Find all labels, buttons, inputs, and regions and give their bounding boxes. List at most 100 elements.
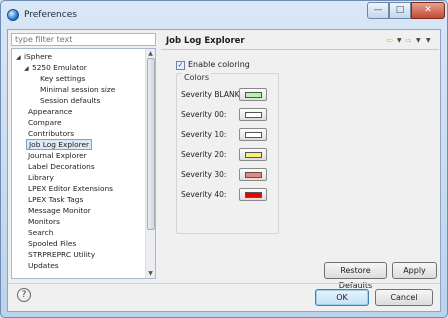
ok-button[interactable]: OK: [315, 289, 369, 306]
page-title: Job Log Explorer: [166, 36, 245, 46]
back-arrow-icon[interactable]: ⇦: [386, 36, 393, 46]
tree-item-job-log-explorer[interactable]: Job Log Explorer: [26, 139, 93, 150]
severity-20-row: Severity 20:: [177, 148, 277, 162]
tree-item-updates[interactable]: Updates: [28, 260, 59, 271]
tree-item-label: Appearance: [28, 107, 73, 116]
tree-item-label: Library: [28, 173, 54, 182]
tree-item-label-decorations[interactable]: Label Decorations: [28, 161, 95, 172]
tree-item-compare[interactable]: Compare: [28, 117, 62, 128]
tree-item-search[interactable]: Search: [28, 227, 53, 238]
footer-separator: [8, 283, 440, 284]
severity-label: Severity 30:: [181, 170, 227, 179]
color-swatch: [245, 192, 262, 198]
color-swatch: [245, 172, 262, 178]
tree-scrollbar[interactable]: ▲ ▼: [145, 49, 155, 278]
tree-item-contributors[interactable]: Contributors: [28, 128, 74, 139]
enable-coloring-label[interactable]: Enable coloring: [188, 60, 250, 69]
color-swatch: [245, 92, 262, 98]
tree-item-label: Minimal session size: [40, 85, 116, 94]
expand-arrow-icon[interactable]: ◢: [24, 63, 32, 74]
tree-item-label: Monitors: [28, 217, 60, 226]
tree-item-isphere[interactable]: ◢ iSphere: [16, 51, 52, 62]
scroll-down-arrow-icon[interactable]: ▼: [146, 269, 155, 278]
color-swatch: [245, 152, 262, 158]
tree-item-label: Compare: [28, 118, 62, 127]
tree-item-label: LPEX Task Tags: [28, 195, 84, 204]
tree-item-label: Contributors: [28, 129, 75, 138]
severity-30-row: Severity 30:: [177, 168, 277, 182]
severity-30-color-button[interactable]: [239, 168, 267, 181]
tree-item-label: Key settings: [40, 74, 86, 83]
tree-item-spooled-files[interactable]: Spooled Files: [28, 238, 76, 249]
severity-00-row: Severity 00:: [177, 108, 277, 122]
enable-coloring-checkbox[interactable]: ✓: [176, 61, 185, 70]
tree-item-key-settings[interactable]: Key settings: [40, 73, 85, 84]
tree-item-label: Journal Explorer: [28, 151, 87, 160]
apply-button[interactable]: Apply: [392, 262, 437, 279]
tree-item-strpreprc-utility[interactable]: STRPREPRC Utility: [28, 249, 95, 260]
severity-label: Severity 00:: [181, 110, 227, 119]
severity-40-color-button[interactable]: [239, 188, 267, 201]
title-bar[interactable]: Preferences — □ ✕: [1, 1, 447, 29]
tree-item-label: Session defaults: [40, 96, 101, 105]
severity-blank-color-button[interactable]: [239, 88, 267, 101]
colors-group: Colors Severity BLANK: Severity 00: Seve…: [176, 73, 279, 234]
tree-item-label: STRPREPRC Utility: [28, 250, 96, 259]
severity-10-color-button[interactable]: [239, 128, 267, 141]
view-menu-icon[interactable]: ▼: [426, 36, 431, 46]
severity-label: Severity 20:: [181, 150, 227, 159]
tree-item-5250-emulator[interactable]: ◢ 5250 Emulator: [24, 62, 87, 73]
preferences-sidebar: ◢iSphere ◢5250 Emulator Key settings Min…: [11, 33, 156, 279]
filter-input[interactable]: [11, 33, 156, 46]
severity-label: Severity BLANK:: [181, 90, 243, 99]
dialog-client-area: ◢iSphere ◢5250 Emulator Key settings Min…: [7, 29, 441, 312]
tree-item-label: Label Decorations: [28, 162, 95, 171]
scroll-up-arrow-icon[interactable]: ▲: [146, 49, 155, 58]
severity-20-color-button[interactable]: [239, 148, 267, 161]
scrollbar-thumb[interactable]: [147, 58, 155, 230]
tree-item-label: LPEX Editor Extensions: [28, 184, 114, 193]
tree-item-message-monitor[interactable]: Message Monitor: [28, 205, 91, 216]
tree-item-label: Message Monitor: [28, 206, 91, 215]
tree-item-appearance[interactable]: Appearance: [28, 106, 72, 117]
severity-label: Severity 10:: [181, 130, 227, 139]
tree-item-monitors[interactable]: Monitors: [28, 216, 60, 227]
tree-item-minimal-session-size[interactable]: Minimal session size: [40, 84, 115, 95]
severity-00-color-button[interactable]: [239, 108, 267, 121]
maximize-button[interactable]: □: [389, 2, 411, 19]
tree-item-label: 5250 Emulator: [32, 63, 87, 72]
page-header: Job Log Explorer ⇦ ▼ ⇨ ▼ ▼: [161, 33, 439, 50]
preference-page: Job Log Explorer ⇦ ▼ ⇨ ▼ ▼ ✓ Enable colo…: [161, 33, 439, 290]
preferences-window: Preferences — □ ✕ ◢iSphere ◢5250 Emulato…: [0, 0, 448, 318]
close-button[interactable]: ✕: [411, 2, 445, 19]
tree-item-label: iSphere: [24, 52, 53, 61]
color-swatch: [245, 112, 262, 118]
severity-label: Severity 40:: [181, 190, 227, 199]
severity-blank-row: Severity BLANK:: [177, 88, 277, 102]
color-swatch: [245, 132, 262, 138]
expand-arrow-icon[interactable]: ◢: [16, 52, 24, 63]
tree-item-label: Search: [28, 228, 54, 237]
forward-arrow-icon[interactable]: ⇨: [405, 36, 412, 46]
tree-item-session-defaults[interactable]: Session defaults: [40, 95, 100, 106]
severity-40-row: Severity 40:: [177, 188, 277, 202]
forward-dropdown-icon[interactable]: ▼: [416, 36, 421, 46]
preferences-tree: ◢ iSphere ◢ 5250 Emulator Key settings Min…: [11, 48, 156, 279]
tree-item-journal-explorer[interactable]: Journal Explorer: [28, 150, 87, 161]
sidebar-splitter[interactable]: [157, 33, 160, 279]
tree-item-lpex-task-tags[interactable]: LPEX Task Tags: [28, 194, 83, 205]
tree-item-label: Spooled Files: [28, 239, 77, 248]
tree-item-label: Updates: [28, 261, 59, 270]
colors-group-label: Colors: [182, 73, 212, 82]
back-dropdown-icon[interactable]: ▼: [397, 36, 402, 46]
tree-item-label: Job Log Explorer: [26, 139, 93, 150]
severity-10-row: Severity 10:: [177, 128, 277, 142]
restore-defaults-button[interactable]: Restore Defaults: [324, 262, 387, 290]
window-title: Preferences: [24, 10, 77, 20]
eclipse-app-icon: [7, 9, 19, 21]
cancel-button[interactable]: Cancel: [375, 289, 433, 306]
tree-item-lpex-editor-extensions[interactable]: LPEX Editor Extensions: [28, 183, 113, 194]
tree-item-library[interactable]: Library: [28, 172, 54, 183]
minimize-button[interactable]: —: [367, 2, 389, 19]
help-icon[interactable]: ?: [17, 288, 31, 302]
